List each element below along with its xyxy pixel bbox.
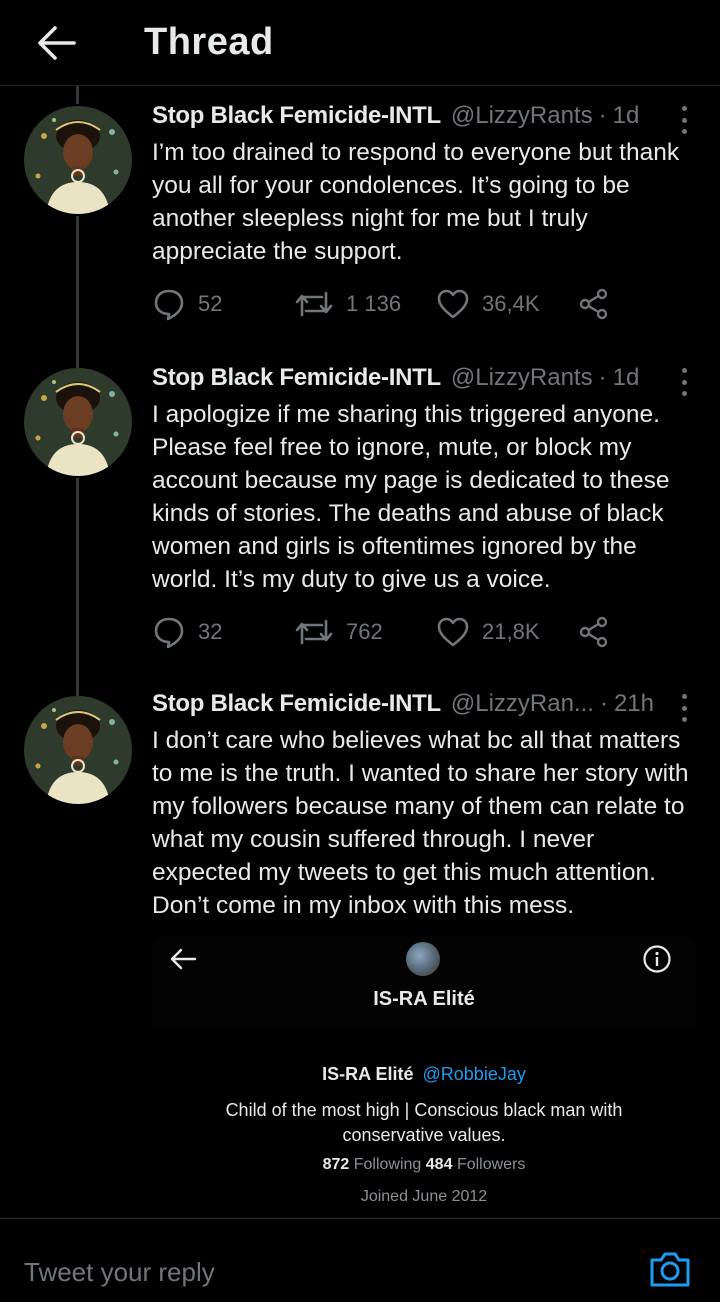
more-options-icon[interactable] — [672, 694, 696, 722]
arrow-left-icon — [170, 948, 197, 970]
profile-name-row: IS-RA Elité @RobbieJay — [152, 1064, 696, 1085]
reply-button[interactable]: 32 — [152, 615, 294, 649]
tweet-text: I don’t care who believes what bc all th… — [152, 727, 689, 919]
avatar[interactable] — [24, 106, 132, 214]
tweet[interactable]: Stop Black Femicide-INTL @LizzyRants · 1… — [0, 348, 720, 684]
following-count: 872 — [322, 1156, 350, 1173]
tweet-time[interactable]: 1d — [613, 364, 640, 392]
followers-label: Followers — [456, 1156, 526, 1173]
author-handle[interactable]: @LizzyRants — [451, 364, 593, 392]
retweet-count: 1 136 — [346, 291, 402, 316]
like-count: 36,4K — [482, 291, 540, 316]
retweet-icon — [295, 291, 333, 317]
card-back-button — [168, 946, 198, 977]
back-button[interactable] — [16, 3, 96, 83]
tweet-text: I’m too drained to respond to everyone b… — [152, 139, 680, 265]
reply-composer: Tweet your reply — [0, 1218, 720, 1302]
author-handle[interactable]: @LizzyRants — [451, 102, 593, 130]
avatar — [406, 942, 440, 976]
arrow-left-icon — [38, 25, 76, 60]
more-options-icon[interactable] — [672, 368, 696, 396]
reply-icon — [154, 289, 184, 321]
profile-title: IS-RA Elité — [373, 988, 475, 1010]
following-label: Following — [353, 1156, 422, 1173]
avatar[interactable] — [24, 696, 132, 804]
reply-count: 52 — [198, 291, 223, 316]
like-button[interactable]: 36,4K — [436, 288, 578, 320]
info-icon — [642, 944, 672, 979]
share-icon — [579, 616, 608, 648]
page-title: Thread — [144, 21, 274, 63]
tweet[interactable]: Stop Black Femicide-INTL @LizzyRants · 1… — [0, 86, 720, 354]
heart-icon — [437, 289, 469, 319]
profile-portrait-image — [24, 106, 132, 214]
profile-handle: @RobbieJay — [422, 1064, 526, 1084]
reply-icon — [154, 617, 184, 649]
retweet-button[interactable]: 1 136 — [294, 289, 436, 319]
author-handle[interactable]: @LizzyRan... — [451, 690, 594, 718]
joined-date: Joined June 2012 — [360, 1188, 488, 1205]
heart-icon — [437, 617, 469, 647]
profile-bio: Child of the most high | Conscious black… — [225, 1100, 623, 1145]
followers-count: 484 — [425, 1156, 453, 1173]
embedded-profile-screenshot[interactable]: IS-RA Elité IS-RA Elité @RobbieJay Child… — [152, 936, 696, 1218]
author-name[interactable]: Stop Black Femicide-INTL — [152, 690, 441, 718]
profile-portrait-image — [24, 368, 132, 476]
profile-portrait-image — [24, 696, 132, 804]
tweet[interactable]: Stop Black Femicide-INTL @LizzyRan... · … — [0, 676, 720, 936]
like-count: 21,8K — [482, 619, 540, 644]
author-name[interactable]: Stop Black Femicide-INTL — [152, 364, 441, 392]
reply-input[interactable]: Tweet your reply — [24, 1257, 215, 1288]
profile-name: IS-RA Elité — [322, 1064, 414, 1084]
share-icon — [579, 288, 608, 320]
separator-dot: · — [598, 364, 607, 391]
tweet-header: Stop Black Femicide-INTL @LizzyRants · 1… — [152, 102, 696, 136]
retweet-icon — [295, 619, 333, 645]
tweet-text: I apologize if me sharing this triggered… — [152, 401, 670, 593]
top-bar: Thread — [0, 0, 720, 86]
reply-button[interactable]: 52 — [152, 287, 294, 321]
share-button[interactable] — [578, 616, 610, 648]
follow-stats: 872 Following 484 Followers — [152, 1156, 696, 1174]
author-name[interactable]: Stop Black Femicide-INTL — [152, 102, 441, 130]
like-button[interactable]: 21,8K — [436, 616, 578, 648]
avatar[interactable] — [24, 368, 132, 476]
separator-dot: · — [598, 102, 607, 129]
more-options-icon[interactable] — [672, 106, 696, 134]
retweet-count: 762 — [346, 619, 383, 644]
tweet-header: Stop Black Femicide-INTL @LizzyRants · 1… — [152, 364, 696, 398]
reply-count: 32 — [198, 619, 223, 644]
tweet-time[interactable]: 21h — [614, 690, 654, 718]
camera-button[interactable] — [648, 1249, 692, 1294]
separator-dot: · — [599, 690, 608, 717]
tweet-time[interactable]: 1d — [613, 102, 640, 130]
tweet-header: Stop Black Femicide-INTL @LizzyRan... · … — [152, 690, 696, 724]
camera-icon — [650, 1252, 690, 1287]
retweet-button[interactable]: 762 — [294, 617, 436, 647]
share-button[interactable] — [578, 288, 610, 320]
